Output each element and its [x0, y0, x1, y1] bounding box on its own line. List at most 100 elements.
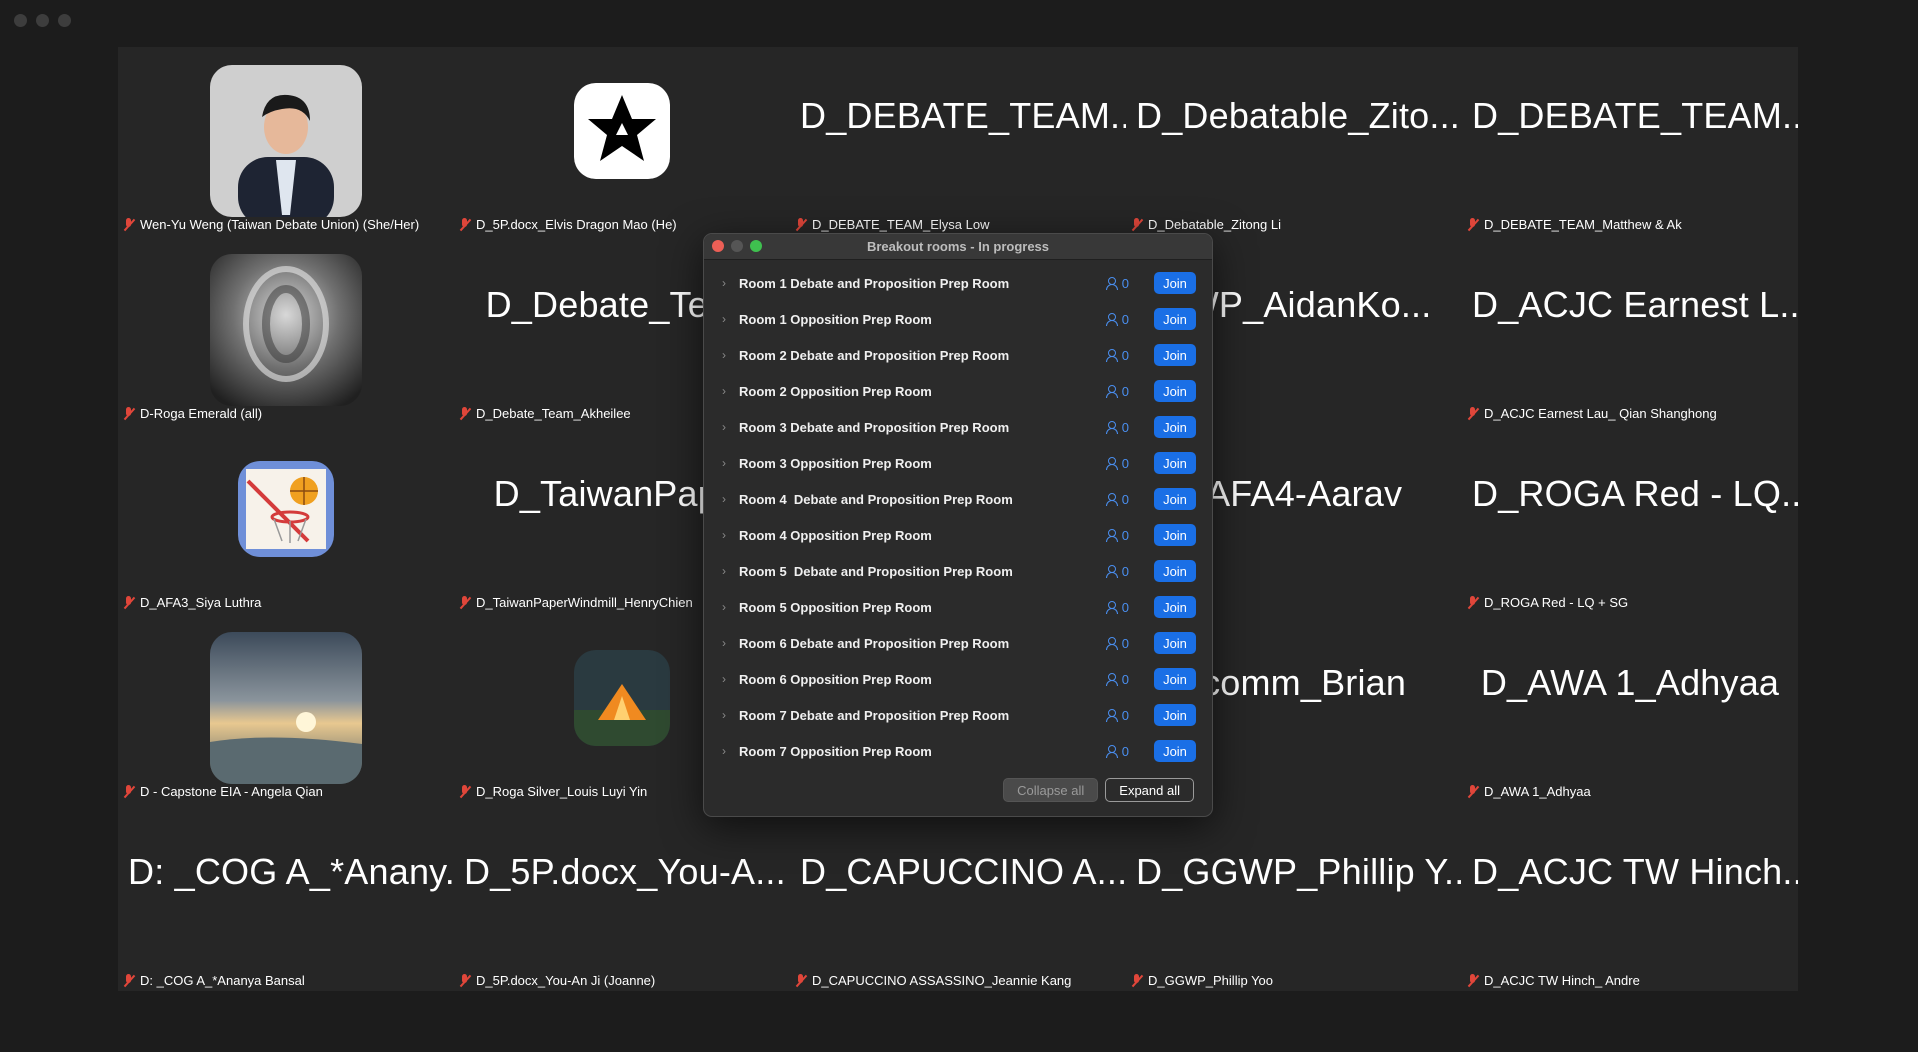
participant-tile[interactable]: D_GGWP_Phillip Y... D_GGWP_Phillip Yoo	[1126, 803, 1462, 992]
person-icon	[1105, 421, 1118, 434]
participant-tile[interactable]: D_5P.docx_Elvis Dragon Mao (He)	[454, 47, 790, 236]
join-room-button[interactable]: Join	[1154, 416, 1196, 438]
window-controls	[14, 14, 71, 27]
person-icon	[1105, 601, 1118, 614]
participant-tile[interactable]: D_5P.docx_You-A... D_5P.docx_You-An Ji (J…	[454, 803, 790, 992]
participant-tile[interactable]: D: _COG A_*Anany... D: _COG A_*Ananya Ban…	[118, 803, 454, 992]
breakout-room-row[interactable]: › Room 4 Opposition Prep Room 0 Join	[704, 517, 1212, 553]
dialog-zoom-button[interactable]	[750, 240, 762, 252]
join-room-button[interactable]: Join	[1154, 344, 1196, 366]
breakout-room-row[interactable]: › Room 7 Debate and Proposition Prep Room…	[704, 697, 1212, 733]
chevron-right-icon[interactable]: ›	[722, 564, 734, 578]
room-name: Room 1 Debate and Proposition Prep Room	[739, 275, 1010, 291]
participant-nameplate: D_ACJC Earnest Lau_ Qian Shanghong	[1466, 406, 1717, 421]
expand-all-button[interactable]: Expand all	[1105, 778, 1194, 802]
participant-tile[interactable]: D_Debatable_Zito... D_Debatable_Zitong Li	[1126, 47, 1462, 236]
participant-name: D_DEBATE_TEAM_Elysa Low	[812, 217, 990, 232]
join-room-button[interactable]: Join	[1154, 272, 1196, 294]
participant-tile[interactable]: D_ACJC Earnest L... D_ACJC Earnest Lau_ Q…	[1462, 236, 1798, 425]
participant-tile[interactable]: D - Capstone EIA - Angela Qian	[118, 614, 454, 803]
join-room-button[interactable]: Join	[1154, 560, 1196, 582]
chevron-right-icon[interactable]: ›	[722, 420, 734, 434]
room-participant-count: 0	[1105, 600, 1129, 615]
participant-tile[interactable]: D_DEBATE_TEAM... D_DEBATE_TEAM_Elysa Low	[790, 47, 1126, 236]
participant-avatar	[238, 461, 334, 557]
breakout-room-row[interactable]: › Room 5 Opposition Prep Room 0 Join	[704, 589, 1212, 625]
collapse-all-button[interactable]: Collapse all	[1003, 778, 1099, 802]
participant-tile[interactable]: D_DEBATE_TEAM... D_DEBATE_TEAM_Matthew & …	[1462, 47, 1798, 236]
join-room-button[interactable]: Join	[1154, 452, 1196, 474]
dialog-close-button[interactable]	[712, 240, 724, 252]
participant-display-name: D_GGWP_Phillip Y...	[1136, 851, 1462, 892]
participant-nameplate: Wen-Yu Weng (Taiwan Debate Union) (She/H…	[122, 217, 419, 232]
participant-tile[interactable]: Wen-Yu Weng (Taiwan Debate Union) (She/H…	[118, 47, 454, 236]
participant-tile[interactable]: D-Roga Emerald (all)	[118, 236, 454, 425]
chevron-right-icon[interactable]: ›	[722, 636, 734, 650]
join-room-button[interactable]: Join	[1154, 704, 1196, 726]
join-room-button[interactable]: Join	[1154, 524, 1196, 546]
join-room-button[interactable]: Join	[1154, 488, 1196, 510]
join-room-button[interactable]: Join	[1154, 308, 1196, 330]
dialog-title: Breakout rooms - In progress	[866, 239, 1050, 254]
participant-nameplate: D-Roga Emerald (all)	[122, 406, 262, 421]
join-room-button[interactable]: Join	[1154, 596, 1196, 618]
mic-muted-icon	[458, 407, 471, 420]
participant-name: D_ACJC TW Hinch_ Andre	[1484, 973, 1640, 988]
participant-name: D_5P.docx_Elvis Dragon Mao (He)	[476, 217, 677, 232]
chevron-right-icon[interactable]: ›	[722, 744, 734, 758]
chevron-right-icon[interactable]: ›	[722, 348, 734, 362]
chevron-right-icon[interactable]: ›	[722, 276, 734, 290]
join-room-button[interactable]: Join	[1154, 668, 1196, 690]
participant-tile[interactable]: D_AFA3_Siya Luthra	[118, 425, 454, 614]
room-participant-count: 0	[1105, 672, 1129, 687]
room-participant-count: 0	[1105, 636, 1129, 651]
participant-display-name: D_5P.docx_You-A...	[464, 851, 786, 892]
participant-name: D_ROGA Red - LQ + SG	[1484, 595, 1629, 610]
chevron-right-icon[interactable]: ›	[722, 456, 734, 470]
breakout-room-row[interactable]: › Room 1 Debate and Proposition Prep Room…	[704, 265, 1212, 301]
participant-name: D_Roga Silver_Louis Luyi Yin	[476, 784, 648, 799]
chevron-right-icon[interactable]: ›	[722, 708, 734, 722]
breakout-room-row[interactable]: › Room 2 Opposition Prep Room 0 Join	[704, 373, 1212, 409]
chevron-right-icon[interactable]: ›	[722, 384, 734, 398]
participant-nameplate: D: _COG A_*Ananya Bansal	[122, 973, 305, 988]
chevron-right-icon[interactable]: ›	[722, 492, 734, 506]
join-room-button[interactable]: Join	[1154, 380, 1196, 402]
chevron-right-icon[interactable]: ›	[722, 600, 734, 614]
participant-tile[interactable]: D_CAPUCCINO A... D_CAPUCCINO ASSASSINO_Je…	[790, 803, 1126, 992]
participant-nameplate: D_CAPUCCINO ASSASSINO_Jeannie Kang	[794, 973, 1071, 988]
chevron-right-icon[interactable]: ›	[722, 672, 734, 686]
breakout-room-row[interactable]: › Room 3 Opposition Prep Room 0 Join	[704, 445, 1212, 481]
join-room-button[interactable]: Join	[1154, 632, 1196, 654]
window-close-button[interactable]	[14, 14, 27, 27]
participant-name: Wen-Yu Weng (Taiwan Debate Union) (She/H…	[140, 217, 420, 232]
room-participant-count: 0	[1105, 744, 1129, 759]
room-name: Room 3 Opposition Prep Room	[739, 455, 932, 471]
breakout-room-row[interactable]: › Room 6 Opposition Prep Room 0 Join	[704, 661, 1212, 697]
breakout-room-row[interactable]: › Room 3 Debate and Proposition Prep Room…	[704, 409, 1212, 445]
breakout-room-row[interactable]: › Room 7 Opposition Prep Room 0 Join	[704, 733, 1212, 769]
breakout-room-row[interactable]: › Room 6 Debate and Proposition Prep Room…	[704, 625, 1212, 661]
breakout-room-row[interactable]: › Room 5 Debate and Proposition Prep Room…	[704, 553, 1212, 589]
window-minimize-button[interactable]	[36, 14, 49, 27]
breakout-room-row[interactable]: › Room 4 Debate and Proposition Prep Room…	[704, 481, 1212, 517]
person-icon	[1105, 385, 1118, 398]
participant-tile[interactable]: D_ROGA Red - LQ... D_ROGA Red - LQ + SG	[1462, 425, 1798, 614]
participant-name: D_Debatable_Zitong Li	[1148, 217, 1281, 232]
room-participant-count: 0	[1105, 492, 1129, 507]
participant-display-name: D_CAPUCCINO A...	[800, 851, 1126, 892]
breakout-room-row[interactable]: › Room 1 Opposition Prep Room 0 Join	[704, 301, 1212, 337]
count-value: 0	[1121, 707, 1129, 723]
mic-muted-icon	[122, 974, 135, 987]
chevron-right-icon[interactable]: ›	[722, 528, 734, 542]
chevron-right-icon[interactable]: ›	[722, 312, 734, 326]
participant-name: D_Debate_Team_Akheilee	[476, 406, 631, 421]
dialog-minimize-button[interactable]	[731, 240, 743, 252]
participant-display-name: D: _COG A_*Anany...	[128, 851, 454, 892]
join-room-button[interactable]: Join	[1154, 740, 1196, 762]
breakout-room-row[interactable]: › Room 2 Debate and Proposition Prep Room…	[704, 337, 1212, 373]
participant-tile[interactable]: D_ACJC TW Hinch... D_ACJC TW Hinch_ Andre	[1462, 803, 1798, 992]
window-zoom-button[interactable]	[58, 14, 71, 27]
participant-avatar	[574, 83, 670, 179]
participant-tile[interactable]: D_AWA 1_Adhyaa D_AWA 1_Adhyaa	[1462, 614, 1798, 803]
